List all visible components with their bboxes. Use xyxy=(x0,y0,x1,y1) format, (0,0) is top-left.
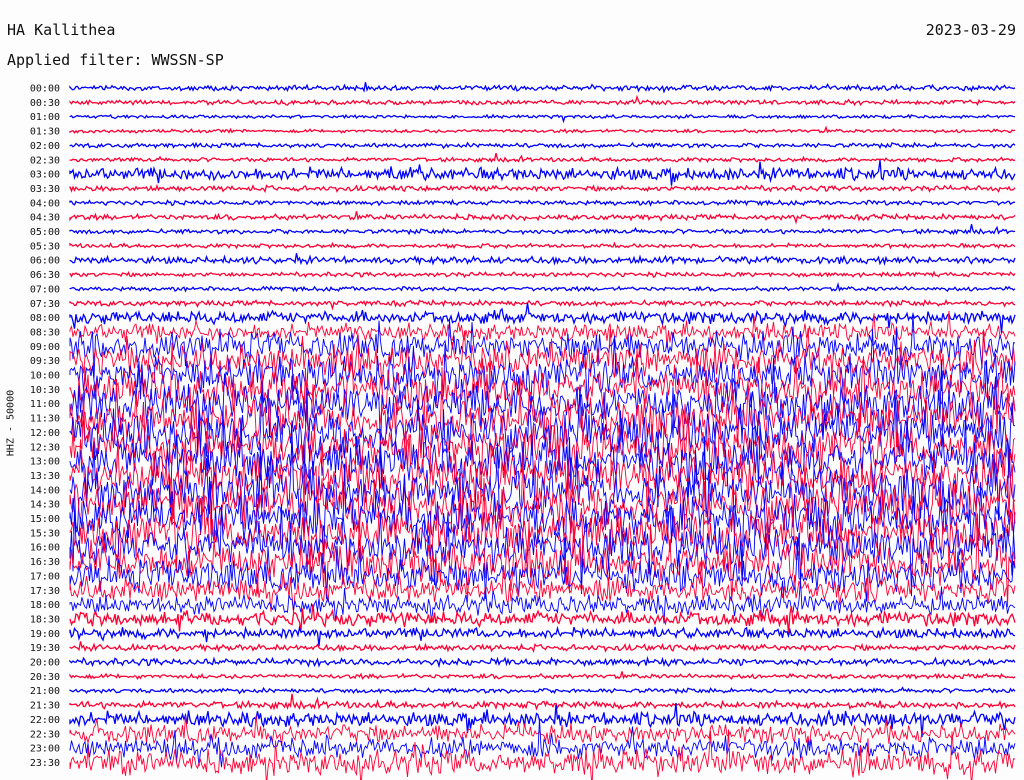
y-tick-label: 23:30 xyxy=(30,758,60,769)
y-tick-label: 06:00 xyxy=(30,256,60,267)
y-tick-label: 18:30 xyxy=(30,614,60,625)
y-tick-label: 14:30 xyxy=(30,500,60,511)
trace-line xyxy=(69,160,1016,186)
y-tick-label: 07:30 xyxy=(30,299,60,310)
y-tick-label: 20:00 xyxy=(30,658,60,669)
y-tick-label: 15:00 xyxy=(30,514,60,525)
y-tick-label: 02:30 xyxy=(30,155,60,166)
y-tick-label: 20:30 xyxy=(30,672,60,683)
y-tick-label: 09:30 xyxy=(30,356,60,367)
y-tick-label: 21:00 xyxy=(30,686,60,697)
trace-line xyxy=(69,82,1016,94)
y-tick-label: 00:30 xyxy=(30,98,60,109)
trace-line xyxy=(69,715,1016,747)
trace-line xyxy=(69,655,1016,669)
trace-line xyxy=(69,94,1016,107)
y-tick-label: 01:00 xyxy=(30,112,60,123)
y-tick-label: 03:00 xyxy=(30,170,60,181)
y-tick-label: 15:30 xyxy=(30,528,60,539)
y-tick-label: 06:30 xyxy=(30,270,60,281)
trace-line xyxy=(69,113,1015,124)
y-tick-label: 16:00 xyxy=(30,543,60,554)
trace-line xyxy=(69,183,1016,194)
trace-line xyxy=(69,604,1016,634)
trace-line xyxy=(69,125,1016,134)
trace-line xyxy=(69,282,1016,293)
trace-line xyxy=(69,718,1016,768)
y-tick-label: 11:00 xyxy=(30,399,60,410)
y-tick-label: 19:00 xyxy=(30,629,60,640)
y-tick-label: 17:00 xyxy=(30,571,60,582)
y-tick-label: 16:30 xyxy=(30,557,60,568)
y-tick-label: 18:00 xyxy=(30,600,60,611)
trace-line xyxy=(69,224,1016,236)
y-tick-label: 08:00 xyxy=(30,313,60,324)
y-tick-label: 01:30 xyxy=(30,127,60,138)
trace-line xyxy=(69,298,1016,311)
trace-line xyxy=(69,152,1016,164)
y-tick-label: 17:30 xyxy=(30,586,60,597)
trace-line xyxy=(69,625,1016,647)
y-tick-label: 09:00 xyxy=(30,342,60,353)
y-tick-label: 22:00 xyxy=(30,715,60,726)
y-tick-label: 05:00 xyxy=(30,227,60,238)
y-tick-label: 22:30 xyxy=(30,729,60,740)
y-tick-label: 14:00 xyxy=(30,485,60,496)
y-tick-label: 13:00 xyxy=(30,457,60,468)
y-tick-label: 21:30 xyxy=(30,701,60,712)
y-tick-label: 04:00 xyxy=(30,198,60,209)
y-tick-label: 03:30 xyxy=(30,184,60,195)
helicorder-plot: 00:00 00:30 01:00 01:30 02:00 02:30 03:00 03:30… xyxy=(30,82,1016,780)
y-tick-label: 10:00 xyxy=(30,371,60,382)
y-tick-label: 05:30 xyxy=(30,241,60,252)
trace-line xyxy=(69,198,1016,207)
y-tick-label: 13:30 xyxy=(30,471,60,482)
trace-line xyxy=(69,703,1016,738)
trace-line xyxy=(69,686,1016,695)
trace-line xyxy=(69,671,1016,681)
y-tick-label: 08:30 xyxy=(30,327,60,338)
y-tick-label: 10:30 xyxy=(30,385,60,396)
trace-line xyxy=(69,211,1016,225)
y-tick-label: 12:30 xyxy=(30,442,60,453)
y-tick-label: 04:30 xyxy=(30,213,60,224)
y-tick-label: 00:00 xyxy=(30,84,60,95)
trace-line xyxy=(69,641,1016,654)
y-tick-label: 02:00 xyxy=(30,141,60,152)
trace-line xyxy=(69,241,1016,250)
trace-line xyxy=(69,693,1016,711)
y-tick-label: 11:30 xyxy=(30,414,60,425)
trace-line xyxy=(69,253,1016,267)
y-tick-label: 19:30 xyxy=(30,643,60,654)
y-tick-label: 12:00 xyxy=(30,428,60,439)
y-tick-label: 23:00 xyxy=(30,744,60,755)
trace-line xyxy=(69,270,1016,279)
seismogram-page: HA Kallithea 2023-03-29 Applied filter: … xyxy=(0,0,1024,780)
trace-line xyxy=(69,141,1016,150)
y-tick-label: 07:00 xyxy=(30,284,60,295)
